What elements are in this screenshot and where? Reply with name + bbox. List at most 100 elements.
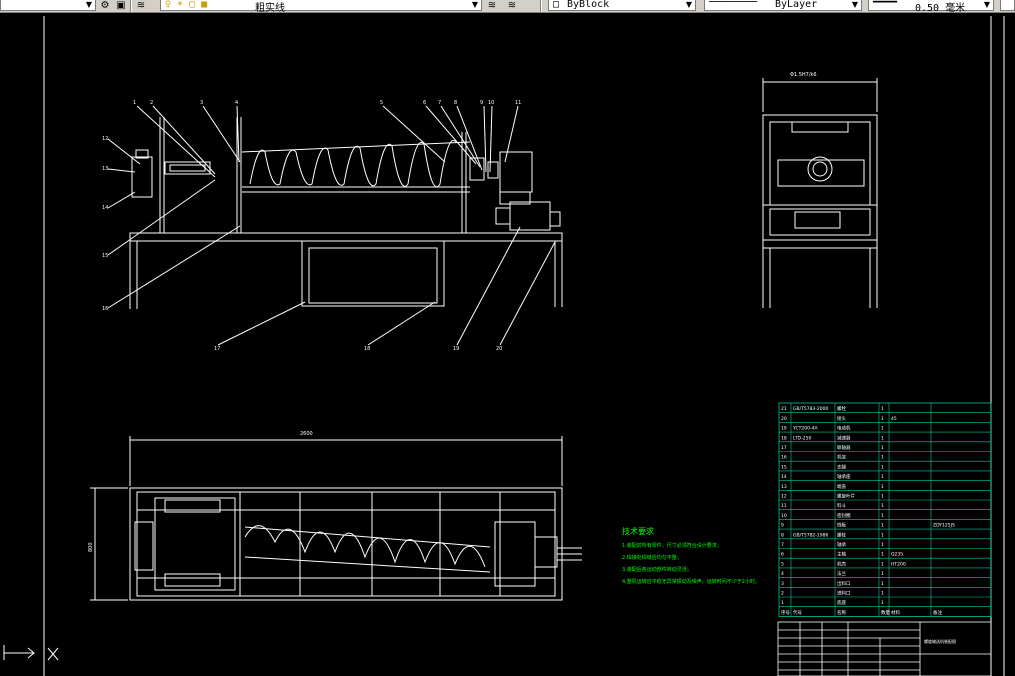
tech-requirement-3: 3.装配后各运动部件转动灵活； <box>622 566 692 573</box>
table-cell: 14 <box>781 474 787 480</box>
svg-text:12: 12 <box>102 136 108 142</box>
table-cell: 1 <box>881 552 884 558</box>
table-cell: 电动机 <box>837 425 851 432</box>
chevron-down-icon: ▼ <box>685 0 693 9</box>
layer-states-icon[interactable]: ≋ <box>135 0 147 12</box>
table-cell: 6 <box>781 552 784 558</box>
tech-requirement-1: 1.装配前所有零件，尺寸必须符合设计要求； <box>622 542 722 549</box>
svg-text:10: 10 <box>488 100 494 106</box>
table-cell: 10 <box>781 513 787 519</box>
table-cell: 进料口 <box>837 590 851 597</box>
table-cell: 备注 <box>933 609 942 616</box>
lineweight-combo[interactable]: ━━━━ 0.50 毫米 ▼ <box>868 0 994 12</box>
plan-width-dimension: 800 <box>88 542 94 552</box>
linetype-sample: ──────── <box>709 0 758 8</box>
table-cell: 1 <box>881 503 884 509</box>
table-cell: 1 <box>881 416 884 422</box>
table-cell: 端盖 <box>837 483 846 490</box>
color-combo[interactable]: □ ByBlock ▼ <box>548 0 696 11</box>
layer-manager-icon[interactable]: ⚙ <box>99 0 111 12</box>
table-cell: YCT200-4A <box>792 426 818 432</box>
table-cell: 序号 <box>781 609 790 616</box>
layer-state-combo[interactable]: ▼ <box>0 0 96 11</box>
table-cell: 1 <box>881 591 884 597</box>
table-cell: 1 <box>781 600 784 606</box>
color-swatch-icon: □ <box>553 0 560 10</box>
table-cell: GB/T5782-1986 <box>793 532 829 538</box>
table-cell: 出料口 <box>837 580 851 587</box>
layer-combo[interactable]: ♀ ☀ ▢ ■ 粗实线 ▼ <box>160 0 482 12</box>
toolbar-separator <box>130 0 132 12</box>
table-cell: 1 <box>881 435 884 441</box>
table-cell: 1 <box>881 406 884 412</box>
table-cell: 16 <box>781 455 787 461</box>
table-cell: 2 <box>781 591 784 597</box>
table-cell: 5 <box>781 561 784 567</box>
table-cell: 底座 <box>837 599 846 606</box>
table-cell: LTD-250 <box>793 435 811 441</box>
plan-view <box>90 436 582 601</box>
callout-numbers: 123 456 789 10 11 121314 1516 17 18 19 20 2… <box>102 72 817 437</box>
table-cell: 1 <box>881 513 884 519</box>
title-block: 螺旋输送机装配图 <box>777 621 992 676</box>
lineweight-sample: ━━━━ <box>873 0 898 8</box>
table-cell: 4 <box>781 571 784 577</box>
table-cell: 1 <box>881 542 884 548</box>
layer-previous-icon[interactable]: ▣ <box>115 0 127 12</box>
table-cell: 1 <box>881 561 884 567</box>
chevron-down-icon: ▼ <box>851 0 859 9</box>
svg-text:8: 8 <box>454 100 457 106</box>
layer-previous-icon[interactable]: ≋ <box>506 0 518 12</box>
table-cell: 11 <box>781 503 787 509</box>
leader-lines <box>107 105 556 346</box>
drawing-canvas[interactable]: 123 456 789 10 11 121314 1516 17 18 19 20 2… <box>0 12 1015 676</box>
table-cell: 减速器 <box>837 434 851 441</box>
svg-text:2: 2 <box>150 100 153 106</box>
plotstyle-combo[interactable] <box>1000 0 1015 11</box>
table-cell: 21 <box>781 406 787 412</box>
table-cell: HT200 <box>891 561 906 567</box>
svg-text:17: 17 <box>214 346 220 352</box>
svg-text:Φ1.5H7/k6: Φ1.5H7/k6 <box>790 72 817 78</box>
tech-requirement-4: 4.整机运转应平稳无异常振动及噪声，运转时间不少于2小时。 <box>622 578 760 585</box>
svg-text:14: 14 <box>102 205 108 211</box>
table-cell: 18 <box>781 435 787 441</box>
table-cell: 名称 <box>837 609 846 616</box>
table-cell: 8 <box>781 532 784 538</box>
table-cell: 1 <box>881 464 884 470</box>
table-cell: 9 <box>781 523 784 529</box>
table-cell: 主轴 <box>837 551 846 558</box>
chevron-down-icon: ▼ <box>85 0 93 9</box>
chevron-down-icon: ▼ <box>983 0 991 9</box>
svg-text:18: 18 <box>364 346 370 352</box>
table-cell: 1 <box>881 426 884 432</box>
ucs-icon <box>3 645 59 661</box>
make-object-layer-current-icon[interactable]: ≋ <box>486 0 498 12</box>
svg-text:7: 7 <box>438 100 441 106</box>
svg-text:16: 16 <box>102 306 108 312</box>
table-cell: 支腿 <box>837 463 846 470</box>
linetype-combo[interactable]: ──────── ByLayer ▼ <box>704 0 862 11</box>
table-cell: 密封圈 <box>837 512 851 519</box>
table-cell: 15 <box>781 464 787 470</box>
svg-text:11: 11 <box>515 100 521 106</box>
svg-text:9: 9 <box>480 100 483 106</box>
table-cell: 轴承 <box>837 541 846 548</box>
table-cell: 材料 <box>891 609 900 616</box>
table-cell: 20 <box>781 416 787 422</box>
technical-requirements: 技术要求 1.装配前所有零件，尺寸必须符合设计要求； 2.焊接处焊缝应均匀平整；… <box>622 526 760 585</box>
parts-list-table: 21 GB/T5783-2000 螺栓 120 接头 1 4519 YCT200-4A 电动机 1… <box>778 402 992 617</box>
table-cell: 1 <box>881 445 884 451</box>
svg-text:13: 13 <box>102 166 108 172</box>
table-cell: 接头 <box>837 415 846 422</box>
tech-requirements-title: 技术要求 <box>622 526 654 536</box>
table-cell: 3 <box>781 581 784 587</box>
table-cell: 19 <box>781 426 787 432</box>
table-cell: 螺栓 <box>837 531 846 538</box>
table-cell: 7 <box>781 542 784 548</box>
svg-text:3: 3 <box>200 100 203 106</box>
table-cell: 12 <box>781 494 787 500</box>
table-cell: 轴承座 <box>837 473 851 480</box>
table-cell: 17 <box>781 445 787 451</box>
color-value: ByBlock <box>567 0 610 10</box>
